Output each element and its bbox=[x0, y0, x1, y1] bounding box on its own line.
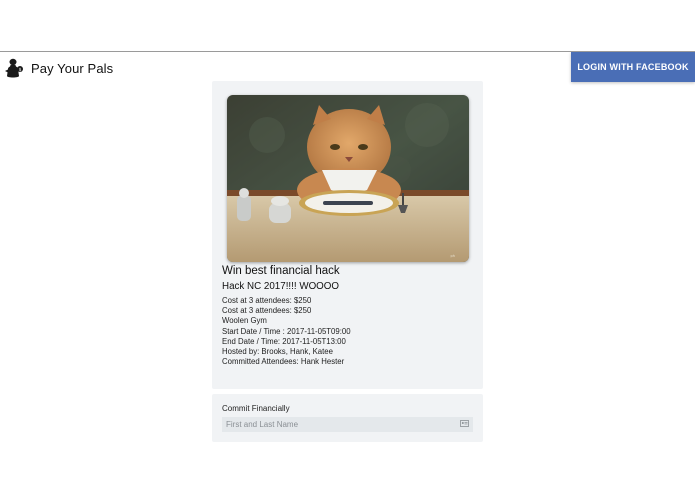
event-card: ph Win best financial hack Hack NC 2017!… bbox=[212, 81, 483, 389]
event-title: Win best financial hack bbox=[222, 265, 340, 277]
event-start-time: Start Date / Time : 2017-11-05T09:00 bbox=[222, 326, 351, 336]
top-navbar: $ Pay Your Pals LOGIN WITH FACEBOOK bbox=[0, 52, 695, 84]
event-cost: Cost at 3 attendees: $250 bbox=[222, 296, 312, 305]
event-attendees: Committed Attendees: Hank Hester bbox=[222, 357, 345, 367]
commit-label: Commit Financially bbox=[222, 404, 290, 413]
event-details: Cost at 3 attendees: $250 Cost at 3 atte… bbox=[222, 296, 351, 367]
cat-at-dinner-image: ph bbox=[227, 95, 469, 262]
login-with-facebook-button[interactable]: LOGIN WITH FACEBOOK bbox=[571, 52, 695, 82]
event-location: Woolen Gym bbox=[222, 316, 267, 326]
brand-name: Pay Your Pals bbox=[31, 60, 114, 76]
event-cost: Cost at 3 attendees: $250 bbox=[222, 306, 312, 316]
event-image: ph bbox=[227, 95, 469, 262]
commit-card: Commit Financially bbox=[212, 394, 483, 442]
brand[interactable]: $ Pay Your Pals bbox=[4, 57, 113, 79]
event-end-time: End Date / Time: 2017-11-05T13:00 bbox=[222, 336, 346, 346]
svg-text:ph: ph bbox=[451, 254, 455, 258]
contact-card-icon bbox=[460, 420, 469, 427]
name-input[interactable] bbox=[222, 417, 473, 432]
money-bag-icon: $ bbox=[5, 58, 23, 78]
event-subtitle: Hack NC 2017!!!! WOOOO bbox=[222, 281, 340, 292]
svg-text:$: $ bbox=[19, 67, 22, 73]
app-viewport: $ Pay Your Pals LOGIN WITH FACEBOOK ph W… bbox=[0, 51, 695, 442]
event-hosts: Hosted by: Brooks, Hank, Katee bbox=[222, 347, 333, 357]
